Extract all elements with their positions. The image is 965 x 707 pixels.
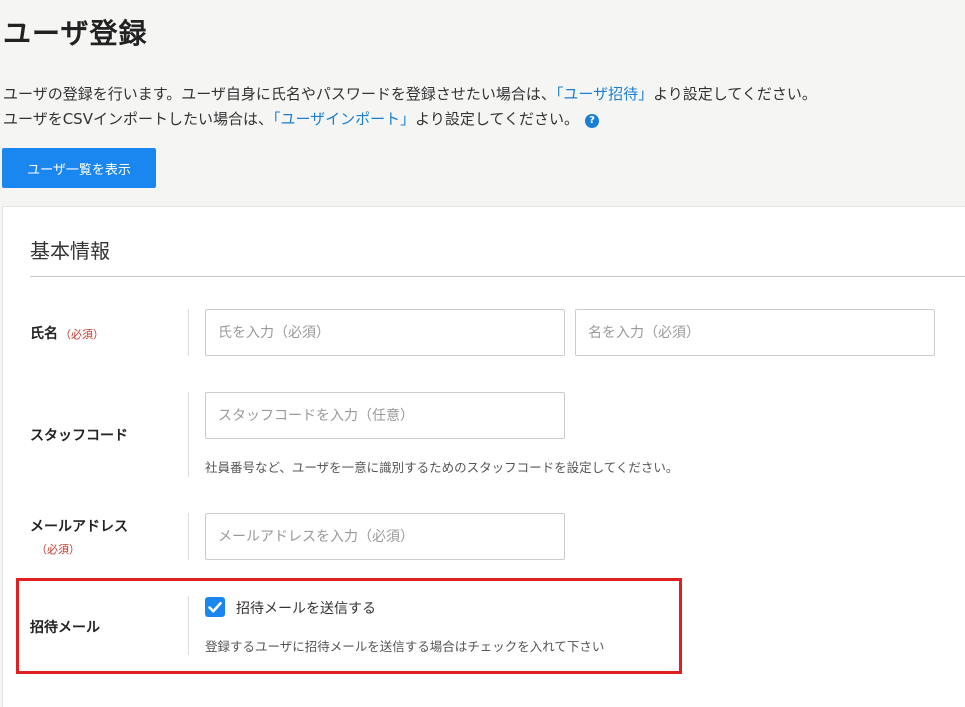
name-row-separator xyxy=(188,309,189,356)
email-row-separator xyxy=(188,513,189,560)
staff-code-label: スタッフコード xyxy=(30,428,128,444)
section-divider xyxy=(30,276,965,277)
staff-code-input[interactable] xyxy=(205,392,565,439)
user-import-link[interactable]: 「ユーザインポート」 xyxy=(273,110,415,128)
name-label: 氏名 （必須） xyxy=(30,323,104,343)
description-line-2-prefix: ユーザをCSVインポートしたい場合は、 xyxy=(3,110,273,128)
last-name-input[interactable] xyxy=(205,309,565,356)
description-line-2: ユーザをCSVインポートしたい場合は、「ユーザインポート」より設定してください。… xyxy=(3,109,599,129)
description-line-1-prefix: ユーザの登録を行います。ユーザ自身に氏名やパスワードを登録させたい場合は、 xyxy=(3,85,556,103)
highlight-box xyxy=(16,578,682,674)
staff-code-help: 社員番号など、ユーザを一意に識別するためのスタッフコードを設定してください。 xyxy=(205,460,679,475)
page-title: ユーザ登録 xyxy=(3,17,148,50)
user-invite-link[interactable]: 「ユーザ招待」 xyxy=(556,85,653,103)
section-title: 基本情報 xyxy=(30,239,110,263)
description-line-1-suffix: より設定してください。 xyxy=(653,85,817,103)
email-input[interactable] xyxy=(205,513,565,560)
name-required-mark: （必須） xyxy=(60,328,104,341)
question-circle-icon[interactable]: ? xyxy=(584,114,599,128)
staff-code-row-separator xyxy=(188,392,189,477)
email-required-mark: （必須） xyxy=(36,543,80,556)
first-name-input[interactable] xyxy=(575,309,935,356)
user-list-button[interactable]: ユーザ一覧を表示 xyxy=(2,148,156,188)
description-line-2-suffix: より設定してください。 xyxy=(415,110,579,128)
name-label-text: 氏名 xyxy=(30,326,58,342)
description-line-1: ユーザの登録を行います。ユーザ自身に氏名やパスワードを登録させたい場合は、「ユー… xyxy=(3,84,817,104)
email-label: メールアドレス xyxy=(30,519,128,535)
